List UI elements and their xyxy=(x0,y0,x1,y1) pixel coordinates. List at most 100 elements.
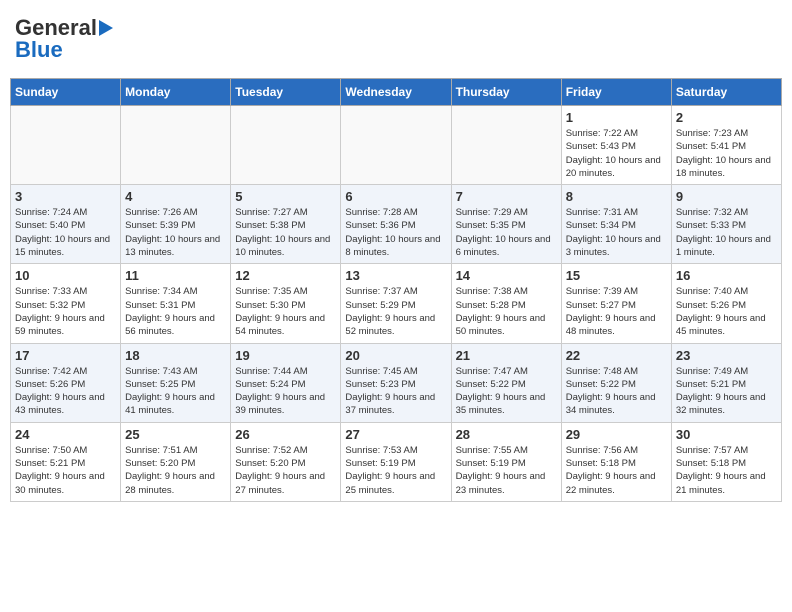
calendar-week-5: 24 Sunrise: 7:50 AM Sunset: 5:21 PM Dayli… xyxy=(11,422,782,501)
day-number: 25 xyxy=(125,427,226,442)
calendar-cell: 9Sunrise: 7:32 AM Sunset: 5:33 PM Daylig… xyxy=(671,185,781,264)
calendar-cell: 13 Sunrise: 7:37 AM Sunset: 5:29 PM Dayli… xyxy=(341,264,451,343)
day-number: 20 xyxy=(345,348,446,363)
day-number: 18 xyxy=(125,348,226,363)
day-info: Sunrise: 7:37 AM Sunset: 5:29 PM Dayligh… xyxy=(345,285,446,338)
day-number: 19 xyxy=(235,348,336,363)
calendar-week-1: 1 Sunrise: 7:22 AM Sunset: 5:43 PM Daylig… xyxy=(11,106,782,185)
day-info: Sunrise: 7:34 AM Sunset: 5:31 PM Dayligh… xyxy=(125,285,226,338)
day-number: 17 xyxy=(15,348,116,363)
day-number: 9 xyxy=(676,189,777,204)
calendar-cell xyxy=(341,106,451,185)
calendar-cell: 19 Sunrise: 7:44 AM Sunset: 5:24 PM Dayli… xyxy=(231,343,341,422)
calendar-cell xyxy=(451,106,561,185)
calendar-cell: 23 Sunrise: 7:49 AM Sunset: 5:21 PM Dayli… xyxy=(671,343,781,422)
day-number: 4 xyxy=(125,189,226,204)
calendar-cell: 24 Sunrise: 7:50 AM Sunset: 5:21 PM Dayli… xyxy=(11,422,121,501)
calendar-cell xyxy=(121,106,231,185)
calendar-table: SundayMondayTuesdayWednesdayThursdayFrid… xyxy=(10,78,782,502)
logo-arrow-icon xyxy=(99,20,113,36)
day-info: Sunrise: 7:45 AM Sunset: 5:23 PM Dayligh… xyxy=(345,365,446,418)
calendar-cell: 27 Sunrise: 7:53 AM Sunset: 5:19 PM Dayli… xyxy=(341,422,451,501)
calendar-cell: 29 Sunrise: 7:56 AM Sunset: 5:18 PM Dayli… xyxy=(561,422,671,501)
day-info: Sunrise: 7:57 AM Sunset: 5:18 PM Dayligh… xyxy=(676,444,777,497)
calendar-week-3: 10 Sunrise: 7:33 AM Sunset: 5:32 PM Dayli… xyxy=(11,264,782,343)
calendar-cell xyxy=(231,106,341,185)
day-info: Sunrise: 7:43 AM Sunset: 5:25 PM Dayligh… xyxy=(125,365,226,418)
calendar-cell: 5Sunrise: 7:27 AM Sunset: 5:38 PM Daylig… xyxy=(231,185,341,264)
weekday-header-thursday: Thursday xyxy=(451,79,561,106)
day-number: 1 xyxy=(566,110,667,125)
day-number: 6 xyxy=(345,189,446,204)
day-info: Sunrise: 7:48 AM Sunset: 5:22 PM Dayligh… xyxy=(566,365,667,418)
calendar-cell: 28 Sunrise: 7:55 AM Sunset: 5:19 PM Dayli… xyxy=(451,422,561,501)
day-info: Sunrise: 7:42 AM Sunset: 5:26 PM Dayligh… xyxy=(15,365,116,418)
day-info: Sunrise: 7:44 AM Sunset: 5:24 PM Dayligh… xyxy=(235,365,336,418)
calendar-cell: 26 Sunrise: 7:52 AM Sunset: 5:20 PM Dayli… xyxy=(231,422,341,501)
calendar-cell: 8 Sunrise: 7:31 AM Sunset: 5:34 PM Daylig… xyxy=(561,185,671,264)
day-number: 5 xyxy=(235,189,336,204)
day-info: Sunrise: 7:47 AM Sunset: 5:22 PM Dayligh… xyxy=(456,365,557,418)
calendar-cell: 30 Sunrise: 7:57 AM Sunset: 5:18 PM Dayli… xyxy=(671,422,781,501)
calendar-cell: 11 Sunrise: 7:34 AM Sunset: 5:31 PM Dayli… xyxy=(121,264,231,343)
weekday-header-saturday: Saturday xyxy=(671,79,781,106)
calendar-cell: 6 Sunrise: 7:28 AM Sunset: 5:36 PM Daylig… xyxy=(341,185,451,264)
calendar-cell: 1 Sunrise: 7:22 AM Sunset: 5:43 PM Daylig… xyxy=(561,106,671,185)
day-info: Sunrise: 7:50 AM Sunset: 5:21 PM Dayligh… xyxy=(15,444,116,497)
day-info: Sunrise: 7:33 AM Sunset: 5:32 PM Dayligh… xyxy=(15,285,116,338)
weekday-header-sunday: Sunday xyxy=(11,79,121,106)
calendar-header-row: SundayMondayTuesdayWednesdayThursdayFrid… xyxy=(11,79,782,106)
day-number: 27 xyxy=(345,427,446,442)
weekday-header-tuesday: Tuesday xyxy=(231,79,341,106)
day-info: Sunrise: 7:23 AM Sunset: 5:41 PM Dayligh… xyxy=(676,127,777,180)
day-info: Sunrise: 7:53 AM Sunset: 5:19 PM Dayligh… xyxy=(345,444,446,497)
day-number: 26 xyxy=(235,427,336,442)
day-number: 14 xyxy=(456,268,557,283)
calendar-week-2: 3Sunrise: 7:24 AM Sunset: 5:40 PM Daylig… xyxy=(11,185,782,264)
calendar-cell: 12 Sunrise: 7:35 AM Sunset: 5:30 PM Dayli… xyxy=(231,264,341,343)
weekday-header-friday: Friday xyxy=(561,79,671,106)
day-info: Sunrise: 7:51 AM Sunset: 5:20 PM Dayligh… xyxy=(125,444,226,497)
day-number: 24 xyxy=(15,427,116,442)
logo-blue: Blue xyxy=(15,37,63,63)
calendar-cell: 17 Sunrise: 7:42 AM Sunset: 5:26 PM Dayli… xyxy=(11,343,121,422)
calendar-week-4: 17 Sunrise: 7:42 AM Sunset: 5:26 PM Dayli… xyxy=(11,343,782,422)
day-number: 29 xyxy=(566,427,667,442)
day-number: 23 xyxy=(676,348,777,363)
day-number: 15 xyxy=(566,268,667,283)
weekday-header-wednesday: Wednesday xyxy=(341,79,451,106)
calendar-cell: 14 Sunrise: 7:38 AM Sunset: 5:28 PM Dayli… xyxy=(451,264,561,343)
calendar-cell: 16 Sunrise: 7:40 AM Sunset: 5:26 PM Dayli… xyxy=(671,264,781,343)
day-info: Sunrise: 7:39 AM Sunset: 5:27 PM Dayligh… xyxy=(566,285,667,338)
day-number: 10 xyxy=(15,268,116,283)
day-number: 16 xyxy=(676,268,777,283)
day-info: Sunrise: 7:26 AM Sunset: 5:39 PM Dayligh… xyxy=(125,206,226,259)
logo: General Blue xyxy=(15,15,113,63)
weekday-header-monday: Monday xyxy=(121,79,231,106)
day-info: Sunrise: 7:49 AM Sunset: 5:21 PM Dayligh… xyxy=(676,365,777,418)
day-info: Sunrise: 7:40 AM Sunset: 5:26 PM Dayligh… xyxy=(676,285,777,338)
day-number: 30 xyxy=(676,427,777,442)
calendar-cell: 20 Sunrise: 7:45 AM Sunset: 5:23 PM Dayli… xyxy=(341,343,451,422)
day-info: Sunrise: 7:29 AM Sunset: 5:35 PM Dayligh… xyxy=(456,206,557,259)
day-info: Sunrise: 7:28 AM Sunset: 5:36 PM Dayligh… xyxy=(345,206,446,259)
calendar-cell: 21 Sunrise: 7:47 AM Sunset: 5:22 PM Dayli… xyxy=(451,343,561,422)
day-info: Sunrise: 7:31 AM Sunset: 5:34 PM Dayligh… xyxy=(566,206,667,259)
page-header: General Blue xyxy=(10,10,782,68)
day-info: Sunrise: 7:22 AM Sunset: 5:43 PM Dayligh… xyxy=(566,127,667,180)
day-number: 11 xyxy=(125,268,226,283)
day-number: 7 xyxy=(456,189,557,204)
day-number: 13 xyxy=(345,268,446,283)
day-info: Sunrise: 7:52 AM Sunset: 5:20 PM Dayligh… xyxy=(235,444,336,497)
day-number: 21 xyxy=(456,348,557,363)
day-info: Sunrise: 7:56 AM Sunset: 5:18 PM Dayligh… xyxy=(566,444,667,497)
calendar-cell: 22Sunrise: 7:48 AM Sunset: 5:22 PM Dayli… xyxy=(561,343,671,422)
day-number: 12 xyxy=(235,268,336,283)
day-info: Sunrise: 7:35 AM Sunset: 5:30 PM Dayligh… xyxy=(235,285,336,338)
day-number: 8 xyxy=(566,189,667,204)
day-info: Sunrise: 7:55 AM Sunset: 5:19 PM Dayligh… xyxy=(456,444,557,497)
day-number: 28 xyxy=(456,427,557,442)
calendar-cell: 2Sunrise: 7:23 AM Sunset: 5:41 PM Daylig… xyxy=(671,106,781,185)
day-info: Sunrise: 7:38 AM Sunset: 5:28 PM Dayligh… xyxy=(456,285,557,338)
calendar-cell: 3Sunrise: 7:24 AM Sunset: 5:40 PM Daylig… xyxy=(11,185,121,264)
